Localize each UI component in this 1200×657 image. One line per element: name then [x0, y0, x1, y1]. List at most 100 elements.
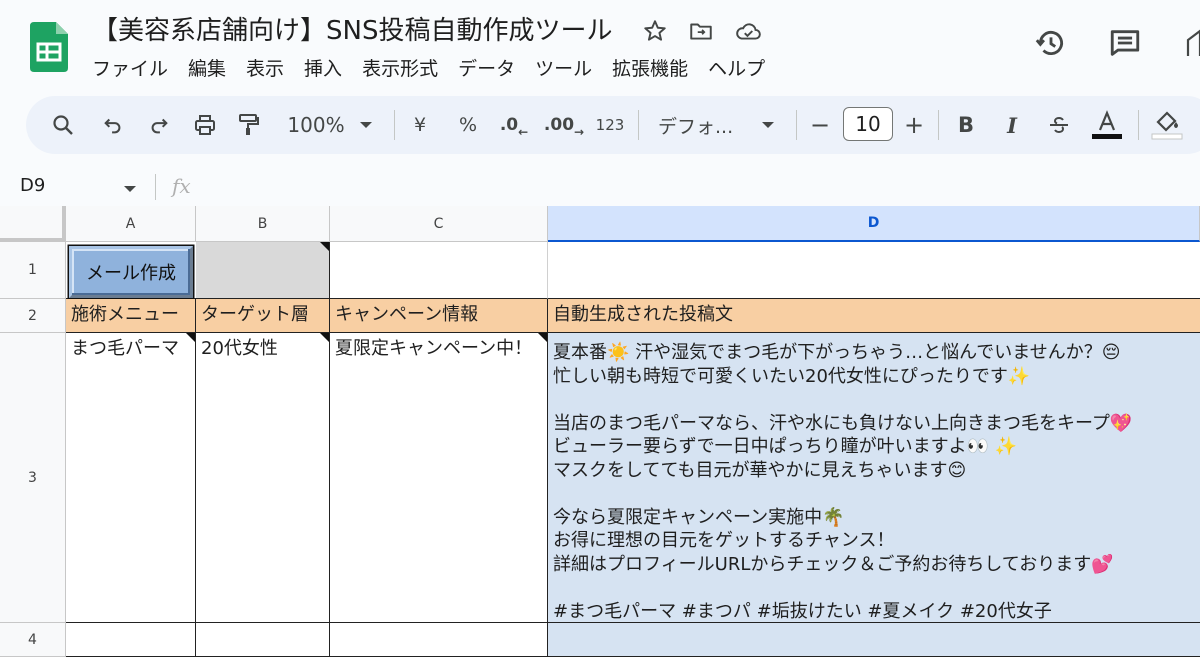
header-generated-post[interactable]: 自動生成された投稿文: [548, 299, 1200, 333]
arrow-left-icon: ←: [518, 125, 529, 139]
move-to-folder-icon[interactable]: [688, 18, 714, 44]
toolbar: 100% ¥ % .0 ← .00 → 123 デフォ... − 10 + B I: [26, 96, 1200, 154]
menu-format[interactable]: 表示形式: [362, 56, 438, 82]
menu-data[interactable]: データ: [458, 56, 515, 82]
post-line: 詳細はプロフィールURLからチェック＆ご予約お待ちしております💕: [553, 553, 1114, 575]
chevron-down-icon[interactable]: [758, 96, 778, 154]
percent-button[interactable]: %: [456, 96, 480, 154]
cell-b4[interactable]: [196, 623, 330, 657]
undo-icon[interactable]: [98, 96, 128, 154]
search-icon[interactable]: [48, 96, 78, 154]
comments-icon[interactable]: [1108, 26, 1142, 60]
target-value: 20代女性: [201, 338, 278, 359]
menu-edit[interactable]: 編集: [188, 56, 226, 82]
post-line: [553, 388, 1195, 412]
row-header-4[interactable]: 4: [0, 623, 66, 657]
toolbar-divider: [796, 110, 797, 140]
toolbar-divider: [394, 110, 395, 140]
header-target[interactable]: ターゲット層: [196, 299, 330, 333]
cell-a4[interactable]: [66, 623, 196, 657]
arrow-right-icon: →: [574, 125, 585, 139]
note-indicator: [320, 333, 329, 342]
toolbar-divider: [938, 110, 939, 140]
italic-button[interactable]: I: [1000, 96, 1024, 154]
post-line: [553, 576, 1195, 600]
increase-decimal-label: .00: [543, 115, 575, 135]
post-line: 今なら夏限定キャンペーン実施中🌴: [553, 506, 845, 528]
cell-c1[interactable]: [330, 242, 548, 299]
document-title[interactable]: 【美容系店舗向け】SNS投稿自動作成ツール: [92, 14, 612, 48]
toolbar-divider: [638, 110, 639, 140]
post-line: 忙しい朝も時短で可愛くいたい20代女性にぴったりです✨: [553, 365, 1031, 387]
increase-font-size-button[interactable]: +: [902, 96, 926, 154]
print-icon[interactable]: [190, 96, 220, 154]
cell-b3[interactable]: 20代女性: [196, 333, 330, 623]
zoom-select[interactable]: 100%: [284, 96, 348, 154]
menu-tools[interactable]: ツール: [535, 56, 592, 82]
send-mail-button[interactable]: メール作成: [69, 246, 193, 298]
header-menu[interactable]: 施術メニュー: [66, 299, 196, 333]
cell-d4[interactable]: [548, 623, 1200, 657]
chevron-down-icon[interactable]: [356, 96, 376, 154]
increase-decimal-button[interactable]: .00 →: [544, 96, 584, 154]
more-formats-button[interactable]: 123: [594, 96, 626, 154]
redo-icon[interactable]: [144, 96, 174, 154]
campaign-value: 夏限定キャンペーン中！: [335, 338, 533, 359]
cell-d1[interactable]: [548, 242, 1200, 299]
menu-help[interactable]: ヘルプ: [708, 56, 765, 82]
cell-a3[interactable]: まつ毛パーマ: [66, 333, 196, 623]
menu-value: まつ毛パーマ: [71, 338, 179, 359]
sheets-logo-icon[interactable]: [30, 22, 68, 72]
post-line: 当店のまつ毛パーマなら、汗や水にも負けない上向きまつ毛をキープ💖: [553, 412, 1133, 434]
spreadsheet-grid: A B C D 1 2 3 4 メール作成 施術メニュー ターゲット層 キャンペ…: [0, 206, 1200, 657]
menu-insert[interactable]: 挿入: [304, 56, 342, 82]
header-campaign[interactable]: キャンペーン情報: [330, 299, 548, 333]
cloud-saved-icon[interactable]: [734, 18, 761, 44]
font-select[interactable]: デフォ...: [658, 96, 746, 154]
post-line: ビューラー要らずで一日中ぱっちり瞳が叶いますよ👀 ✨: [553, 436, 1018, 457]
note-indicator: [186, 333, 195, 342]
fx-icon: fx: [172, 174, 191, 198]
menu-extensions[interactable]: 拡張機能: [612, 56, 688, 82]
post-line: お得に理想の目元をゲットするチャンス！: [553, 530, 895, 551]
column-header-b[interactable]: B: [196, 206, 330, 242]
bold-button[interactable]: B: [954, 96, 978, 154]
chevron-down-icon[interactable]: [123, 178, 137, 197]
post-line: マスクをしてても目元が華やかに見えちゃいます😊: [553, 459, 967, 481]
top-bar: 【美容系店舗向け】SNS投稿自動作成ツール ファイル 編集 表示 挿入 表示形式…: [0, 0, 1200, 96]
strikethrough-icon[interactable]: [1044, 96, 1074, 154]
column-header-d[interactable]: D: [548, 206, 1200, 242]
formula-bar: D9 fx: [0, 168, 1200, 206]
menu-view[interactable]: 表示: [246, 56, 284, 82]
row-header-1[interactable]: 1: [0, 242, 66, 299]
name-box[interactable]: D9: [20, 174, 45, 198]
select-all-corner[interactable]: [0, 206, 66, 242]
paint-format-icon[interactable]: [234, 96, 264, 154]
formula-divider: [155, 174, 156, 200]
column-header-a[interactable]: A: [66, 206, 196, 242]
star-icon[interactable]: [642, 18, 668, 44]
cell-d3-generated-post[interactable]: 夏本番☀️ 汗や湿気でまつ毛が下がっちゃう…と悩んでいませんか？😔 忙しい朝も時…: [548, 333, 1200, 623]
menu-file[interactable]: ファイル: [92, 56, 168, 82]
row-header-3[interactable]: 3: [0, 333, 66, 623]
post-line: [553, 482, 1195, 506]
cell-c3[interactable]: 夏限定キャンペーン中！: [330, 333, 548, 623]
font-size-input[interactable]: 10: [843, 107, 893, 141]
decrease-font-size-button[interactable]: −: [808, 96, 832, 154]
text-color-icon[interactable]: [1090, 96, 1124, 154]
decrease-decimal-button[interactable]: .0 ←: [498, 96, 530, 154]
fill-color-icon[interactable]: [1150, 96, 1184, 154]
currency-button[interactable]: ¥: [408, 96, 432, 154]
note-indicator: [538, 333, 547, 342]
toolbar-divider: [1138, 110, 1139, 140]
column-header-c[interactable]: C: [330, 206, 548, 242]
history-icon[interactable]: [1034, 26, 1068, 60]
decrease-decimal-label: .0: [499, 115, 519, 135]
row-header-2[interactable]: 2: [0, 299, 66, 333]
cell-c4[interactable]: [330, 623, 548, 657]
post-line: 夏本番☀️ 汗や湿気でまつ毛が下がっちゃう…と悩んでいませんか？😔: [553, 342, 1121, 363]
menu-bar: ファイル 編集 表示 挿入 表示形式 データ ツール 拡張機能 ヘルプ: [92, 56, 785, 82]
note-indicator: [320, 242, 329, 251]
cell-b1[interactable]: [196, 242, 330, 299]
share-icon[interactable]: [1186, 28, 1200, 58]
